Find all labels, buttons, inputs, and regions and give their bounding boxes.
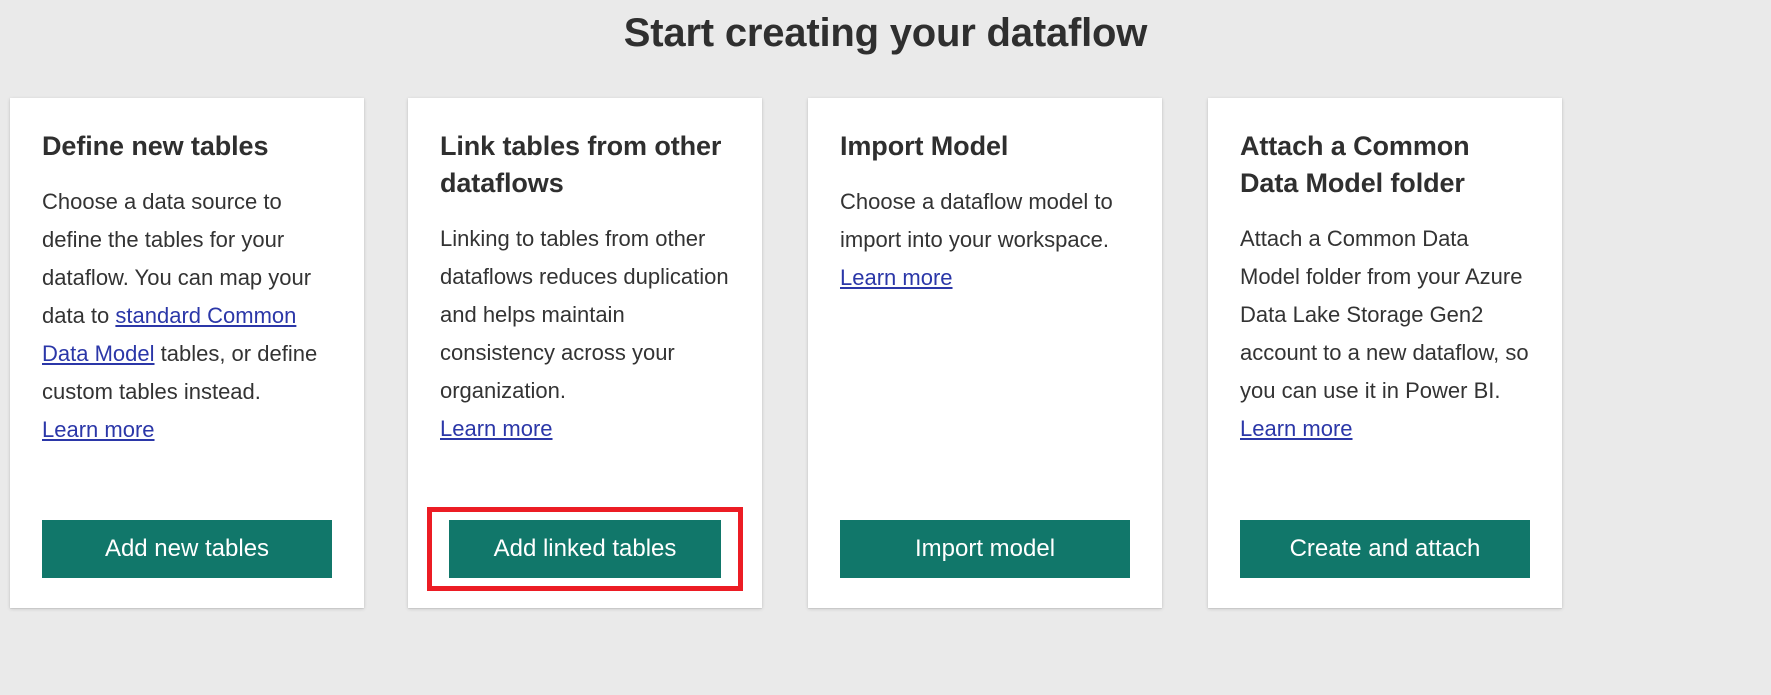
- card-description: Choose a data source to define the table…: [42, 183, 332, 411]
- card-description: Attach a Common Data Model folder from y…: [1240, 220, 1530, 410]
- flex-spacer: [840, 295, 1130, 520]
- flex-spacer: [42, 447, 332, 520]
- card-title: Link tables from other dataflows: [440, 128, 730, 202]
- card-action-area: Add linked tables: [408, 520, 762, 608]
- card-action-area: Import model: [808, 520, 1162, 608]
- card-action-area: Add new tables: [10, 520, 364, 608]
- add-new-tables-button[interactable]: Add new tables: [42, 520, 332, 578]
- description-text-before-link: Linking to tables from other dataflows r…: [440, 226, 729, 403]
- card-content: Link tables from other dataflows Linking…: [408, 98, 762, 520]
- import-model-button[interactable]: Import model: [840, 520, 1130, 578]
- add-linked-tables-button[interactable]: Add linked tables: [449, 520, 721, 578]
- page-title: Start creating your dataflow: [0, 6, 1771, 60]
- description-text-before-link: Choose a dataflow model to import into y…: [840, 189, 1113, 252]
- card-action-area: Create and attach: [1208, 520, 1562, 608]
- learn-more-link[interactable]: Learn more: [1240, 412, 1353, 446]
- card-attach-common-data-model-folder[interactable]: Attach a Common Data Model folder Attach…: [1208, 98, 1562, 608]
- card-link-tables-from-other-dataflows[interactable]: Link tables from other dataflows Linking…: [408, 98, 762, 608]
- card-grid: Define new tables Choose a data source t…: [10, 98, 1771, 683]
- learn-more-link[interactable]: Learn more: [440, 412, 553, 446]
- learn-more-link[interactable]: Learn more: [42, 413, 155, 447]
- card-description: Choose a dataflow model to import into y…: [840, 183, 1130, 259]
- create-and-attach-button[interactable]: Create and attach: [1240, 520, 1530, 578]
- card-define-new-tables[interactable]: Define new tables Choose a data source t…: [10, 98, 364, 608]
- description-text-before-link: Attach a Common Data Model folder from y…: [1240, 226, 1529, 403]
- card-description: Linking to tables from other dataflows r…: [440, 220, 730, 410]
- card-title: Attach a Common Data Model folder: [1240, 128, 1530, 202]
- flex-spacer: [440, 446, 730, 520]
- flex-spacer: [1240, 446, 1530, 520]
- card-content: Import Model Choose a dataflow model to …: [808, 98, 1162, 520]
- learn-more-link[interactable]: Learn more: [840, 261, 953, 295]
- dataflow-start-page: Start creating your dataflow Define new …: [0, 0, 1771, 695]
- card-import-model[interactable]: Import Model Choose a dataflow model to …: [808, 98, 1162, 608]
- card-title: Import Model: [840, 128, 1130, 165]
- card-content: Attach a Common Data Model folder Attach…: [1208, 98, 1562, 520]
- card-title: Define new tables: [42, 128, 332, 165]
- card-content: Define new tables Choose a data source t…: [10, 98, 364, 520]
